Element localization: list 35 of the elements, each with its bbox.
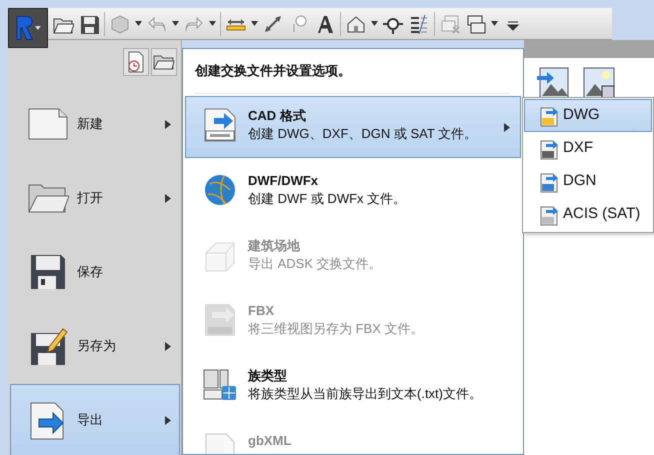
- letter-r-logo-icon: [15, 14, 34, 42]
- thin-lines-icon[interactable]: [408, 12, 430, 34]
- caret-icon[interactable]: [135, 21, 142, 26]
- caret-icon[interactable]: [209, 21, 216, 26]
- caret-icon: [35, 26, 41, 30]
- panel-header: 创建交换文件并设置选项。: [194, 62, 352, 80]
- export-option[interactable]: DWF/DWFx 创建 DWF 或 DWFx 文件。: [185, 161, 521, 223]
- menu-item[interactable]: 另存为: [10, 310, 180, 382]
- submenu-item[interactable]: DWG: [524, 99, 652, 132]
- dxf-file-icon: [539, 138, 559, 160]
- caret-icon[interactable]: [172, 21, 179, 26]
- dgn-file-icon: [539, 170, 559, 192]
- picture-icon[interactable]: [582, 66, 616, 100]
- recent-documents-button[interactable]: [123, 48, 149, 76]
- menu-item[interactable]: 新建: [10, 88, 180, 160]
- dwg-file-icon: [539, 104, 559, 126]
- menu-item[interactable]: 打开: [10, 162, 180, 234]
- caret-icon[interactable]: [371, 21, 378, 26]
- caret-icon[interactable]: [251, 21, 258, 26]
- import-image-icon[interactable]: [536, 66, 570, 100]
- export-option[interactable]: CAD 格式 创建 DWG、DXF、DGN 或 SAT 文件。: [185, 96, 521, 158]
- submenu-item[interactable]: DGN: [524, 165, 652, 198]
- open-documents-button[interactable]: [151, 48, 177, 76]
- caret-icon[interactable]: [491, 21, 498, 26]
- menu-item[interactable]: 保存: [10, 236, 180, 308]
- family-types-icon: [202, 367, 238, 403]
- submenu-item[interactable]: ACIS (SAT): [524, 198, 652, 231]
- submenu-item[interactable]: DXF: [524, 132, 652, 165]
- sat-file-icon: [539, 204, 559, 226]
- switch-windows-icon[interactable]: [465, 12, 487, 34]
- menu-item[interactable]: 导出: [10, 384, 180, 455]
- globe-icon: [202, 172, 238, 208]
- cad-file-icon: [202, 107, 238, 143]
- export-option[interactable]: 族类型 将族类型从当前族导出到文本(.txt)文件。: [185, 356, 521, 418]
- fbx-file-icon: [202, 302, 238, 338]
